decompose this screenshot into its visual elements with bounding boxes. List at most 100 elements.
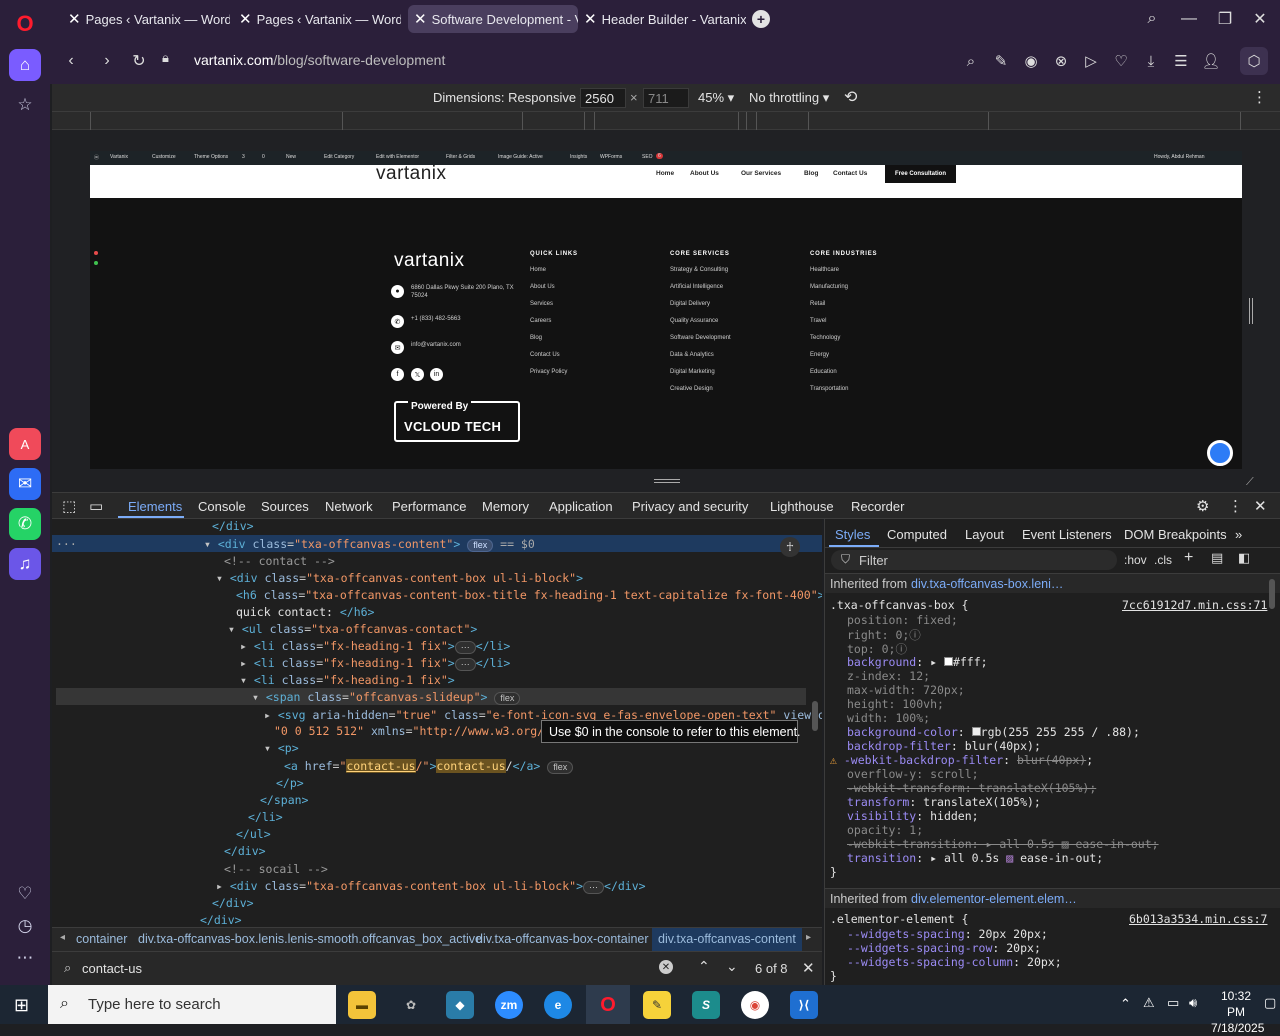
x-social-icon[interactable]: 𝕏 (411, 368, 424, 381)
footer-link[interactable]: Transportation (810, 386, 848, 392)
facebook-icon[interactable]: f (391, 368, 404, 381)
rule-selector[interactable]: .elementor-element { (830, 912, 968, 926)
paint-icon[interactable]: ▤ (1211, 550, 1223, 566)
download-icon[interactable]: ⤓ (1140, 50, 1162, 72)
footer-link[interactable]: Healthcare (810, 267, 839, 273)
dom-line[interactable]: <!-- socail --> (224, 862, 328, 876)
more-tabs-icon[interactable]: » (1235, 527, 1242, 542)
reload-icon[interactable]: ↻ (128, 50, 150, 72)
footer-logo[interactable]: vartanix (394, 250, 465, 272)
notifications-icon[interactable]: ▢ (1264, 995, 1276, 1011)
tray-network-warning-icon[interactable]: ⚠ (1143, 995, 1155, 1011)
footer-link[interactable]: Travel (810, 318, 826, 324)
tab-pages-1[interactable]: ✕ Pages ‹ Vartanix — WordP (62, 5, 230, 33)
dom-line[interactable]: ▾ <div class="txa-offcanvas-content-box … (216, 571, 583, 585)
footer-link[interactable]: Quality Assurance (670, 318, 718, 324)
tab-dom-breakpoints[interactable]: DOM Breakpoints (1124, 527, 1227, 542)
crumb-scroll-right-icon[interactable]: ▸ (806, 932, 811, 943)
settings-gear-icon[interactable]: ⚙ (1196, 497, 1209, 515)
nav-services[interactable]: Our Services (741, 170, 781, 177)
css-prop[interactable]: backdrop-filter: blur(40px); (847, 739, 1041, 753)
dom-line[interactable]: ▾ <ul class="txa-offcanvas-contact"> (228, 622, 477, 636)
throttling-dropdown[interactable]: No throttling ▾ (749, 90, 829, 106)
css-prop[interactable]: transform: translateX(105%); (847, 795, 1041, 809)
windows-start-icon[interactable]: ⊞ (14, 995, 29, 1016)
maximize-icon[interactable]: ❐ (1213, 8, 1237, 30)
history-icon[interactable]: ◷ (9, 910, 41, 942)
footer-link[interactable]: Software Development (670, 335, 731, 341)
footer-link[interactable]: Creative Design (670, 386, 713, 392)
device-toggle-icon[interactable]: ▭ (89, 497, 103, 515)
app-diamond-icon[interactable]: ◆ (446, 991, 474, 1019)
opera-logo-icon[interactable]: O (9, 8, 41, 40)
inherited-link[interactable]: div.elementor-element.elem… (911, 892, 1077, 906)
free-consultation-button[interactable]: Free Consultation (885, 165, 956, 183)
node-more-icon[interactable]: ··· (56, 537, 77, 551)
dom-line[interactable]: </p> (276, 776, 304, 790)
footer-link[interactable]: Manufacturing (810, 284, 848, 290)
vscode-icon[interactable]: ⟩⟨ (790, 991, 818, 1019)
css-prop[interactable]: opacity: 1; (847, 823, 923, 837)
chrome-icon[interactable]: ◉ (741, 991, 769, 1019)
nav-blog[interactable]: Blog (804, 170, 818, 177)
whatsapp-icon[interactable]: ✆ (9, 508, 41, 540)
tab-event-listeners[interactable]: Event Listeners (1022, 527, 1112, 542)
clear-search-icon[interactable]: ✕ (659, 960, 673, 974)
wpbar-edit-category[interactable]: Edit Category (324, 154, 354, 160)
footer-phone[interactable]: +1 (833) 482-5663 (411, 316, 461, 322)
wpbar-howdy[interactable]: Howdy, Abdul Rehman (1154, 154, 1205, 160)
height-input[interactable] (643, 88, 689, 108)
dom-line[interactable]: ▸ <li class="fx-heading-1 fix"> ⋯ </li> (240, 656, 510, 671)
tray-volume-icon[interactable]: 🔊︎ (1189, 995, 1197, 1011)
hov-toggle[interactable]: :hov (1124, 553, 1147, 567)
footer-link[interactable]: Home (530, 267, 546, 273)
device-more-icon[interactable]: ⋮ (1252, 88, 1267, 106)
css-prop[interactable]: --widgets-spacing-row: 20px; (847, 941, 1041, 955)
dom-line[interactable]: ▾ <li class="fx-heading-1 fix"> (240, 673, 455, 687)
css-prop[interactable]: overflow-y: scroll; (847, 767, 979, 781)
inspect-icon[interactable]: ⬚ (62, 497, 76, 515)
zoom-search-icon[interactable]: ⌕ (960, 50, 982, 72)
forward-icon[interactable]: › (96, 50, 118, 72)
footer-link[interactable]: Contact Us (530, 352, 560, 358)
css-prop[interactable]: -webkit-transition: ▸ all 0.5s ▨ ease-in… (847, 837, 1159, 851)
wpbar-comments[interactable]: 0 (262, 154, 265, 160)
dom-line[interactable]: <!-- contact --> (224, 554, 335, 568)
taskbar-search-box[interactable]: ⌕ Type here to search (48, 985, 336, 1024)
dom-line[interactable]: quick contact: </h6> (236, 605, 374, 619)
dom-line-hovered[interactable]: ▾ <span class="offcanvas-slideup"> flex (252, 690, 521, 705)
css-prop[interactable]: height: 100vh; (847, 697, 944, 711)
media-query-ruler[interactable] (52, 112, 1280, 130)
styles-scrollbar[interactable] (1269, 579, 1275, 609)
footer-link[interactable]: Technology (810, 335, 840, 341)
tray-chevron-icon[interactable]: ⌃ (1120, 996, 1131, 1012)
footer-link[interactable]: Data & Analytics (670, 352, 714, 358)
sticky-notes-icon[interactable]: ✎ (643, 991, 671, 1019)
new-rule-icon[interactable]: + (1184, 549, 1193, 567)
tray-clock[interactable]: 10:32 PM 7/18/2025 (1211, 988, 1264, 1036)
tab-application[interactable]: Application (549, 499, 613, 514)
css-prop[interactable]: transition: ▸ all 0.5s ▨ ease-in-out; (847, 851, 1103, 865)
footer-link[interactable]: Digital Marketing (670, 369, 715, 375)
css-prop[interactable]: --widgets-spacing-column: 20px; (847, 955, 1062, 969)
tab-memory[interactable]: Memory (482, 499, 529, 514)
crumb-scroll-left-icon[interactable]: ◂ (60, 932, 65, 943)
tab-network[interactable]: Network (325, 499, 373, 514)
opera-taskbar-icon[interactable]: O (594, 991, 622, 1019)
devtools-menu-icon[interactable]: ⋮ (1228, 497, 1243, 515)
elements-scrollbar[interactable] (812, 701, 818, 731)
dom-line[interactable]: </div> (224, 844, 266, 858)
powered-by-badge[interactable]: Powered By VCLOUD TECH (394, 401, 520, 442)
lock-icon[interactable]: 🔒︎ (162, 50, 182, 72)
dom-line[interactable]: </ul> (236, 827, 271, 841)
tab-layout[interactable]: Layout (965, 527, 1004, 542)
crumb-container[interactable]: container (76, 932, 127, 946)
new-tab-icon[interactable]: + (752, 10, 770, 28)
css-prop[interactable]: ⚠ -webkit-backdrop-filter: blur(40px); (830, 753, 1093, 767)
heart-icon[interactable]: ♡ (9, 878, 41, 910)
back-icon[interactable]: ‹ (60, 50, 82, 72)
css-prop[interactable]: position: fixed; (847, 613, 958, 627)
app-s-icon[interactable]: S (692, 991, 720, 1019)
css-prop[interactable]: z-index: 12; (847, 669, 930, 683)
tab-recorder[interactable]: Recorder (851, 499, 904, 514)
